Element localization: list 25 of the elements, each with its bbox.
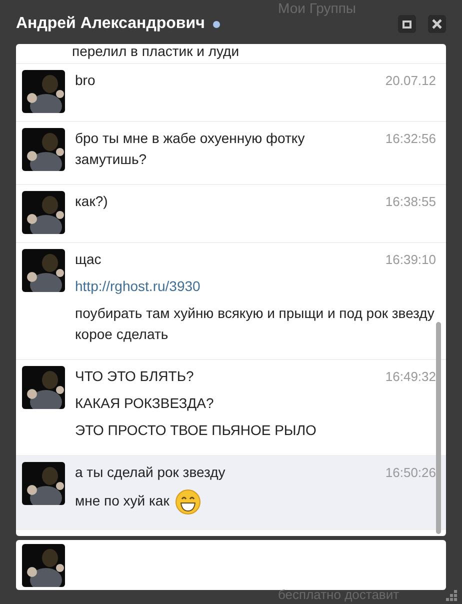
message-text: ЭТО ПРОСТО ТВОЕ ПЬЯНОЕ РЫЛО xyxy=(75,422,316,438)
message-time: 16:38:55 xyxy=(385,193,436,211)
message-time: 16:39:10 xyxy=(385,251,436,269)
message-text: КАКАЯ РОКЗВЕЗДА? xyxy=(75,395,214,411)
message-time: 16:50:26 xyxy=(385,464,436,482)
maximize-icon xyxy=(402,19,412,29)
message-time: 16:32:56 xyxy=(385,130,436,148)
message-text: перелил в пластик и луди xyxy=(72,44,240,59)
message-text: ЧТО ЭТО БЛЯТЬ? xyxy=(75,368,194,384)
message-time: 16:49:32 xyxy=(385,368,436,386)
message-text: мне по хуй как xyxy=(75,492,170,509)
close-icon xyxy=(432,19,442,29)
message-text: поубирать там хуйню всякую и прыщи и под рок звезду корое сделать xyxy=(75,305,434,342)
maximize-button[interactable] xyxy=(398,15,416,33)
message-text: bro xyxy=(75,72,96,88)
message-text: бро ты мне в жабе охуенную фотку замутишь? xyxy=(75,130,305,167)
message-time: 20.07.12 xyxy=(385,72,436,90)
message-text: а ты сделай рок звезду xyxy=(75,464,226,480)
window-title: Андрей Александрович xyxy=(16,15,205,33)
resize-grip-icon xyxy=(446,590,458,602)
message-link[interactable]: http://rghost.ru/3930 xyxy=(75,278,200,294)
message-text: как?) xyxy=(75,193,108,209)
message-text: щас xyxy=(75,251,102,267)
scrollbar-thumb[interactable] xyxy=(436,322,441,534)
close-button[interactable] xyxy=(428,15,446,33)
